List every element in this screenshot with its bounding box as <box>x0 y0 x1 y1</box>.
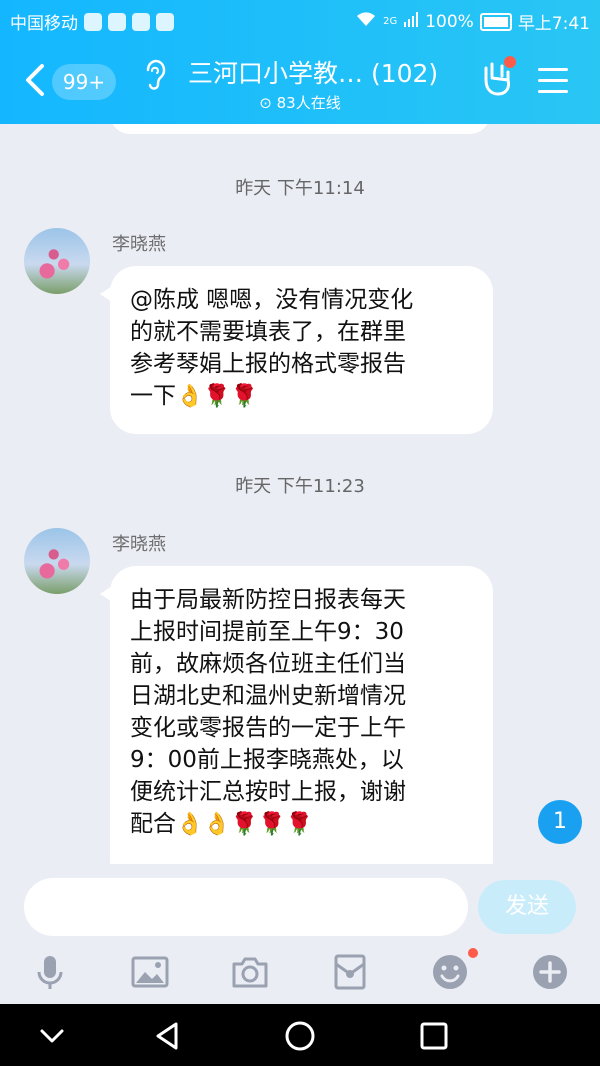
input-toolbar <box>0 944 600 1004</box>
message-line: 配合 <box>130 811 176 837</box>
menu-button[interactable] <box>538 68 568 101</box>
hide-keyboard-icon[interactable] <box>34 1018 70 1054</box>
nav-bar: 99+ 三河口小学教… (102) ⊙ 83人在线 <box>0 44 600 124</box>
message-timestamp: 昨天 下午11:23 <box>235 476 365 497</box>
avatar[interactable] <box>24 528 90 594</box>
signal-icon <box>403 11 419 32</box>
sender-name: 李晓燕 <box>112 534 166 555</box>
avatar[interactable] <box>24 228 90 294</box>
red-packet-icon[interactable] <box>330 952 370 992</box>
message-line: 一下 <box>130 383 176 409</box>
notification-dot <box>468 948 478 958</box>
baidu-icon <box>84 12 102 31</box>
message-line: 上报时间提前至上午9：30 <box>130 619 404 645</box>
unread-messages-badge[interactable]: 1 <box>538 800 582 844</box>
image-icon[interactable] <box>130 952 170 992</box>
back-nav-icon[interactable] <box>150 1018 186 1054</box>
rock-hand-icon[interactable] <box>480 56 516 96</box>
message-line: 参考琴娟上报的格式零报告 <box>130 351 406 377</box>
message-timestamp: 昨天 下午11:14 <box>235 178 365 199</box>
chat-title[interactable]: 三河口小学教… (102) <box>188 54 438 90</box>
carrier-label: 中国移动 <box>10 14 78 34</box>
recents-nav-icon[interactable] <box>416 1018 452 1054</box>
message-bubble[interactable]: 由于局最新防控日报表每天 上报时间提前至上午9：30 前，故麻烦各位班主任们当 … <box>100 566 493 864</box>
camera-icon[interactable] <box>230 952 270 992</box>
online-status-icon: ⊙ <box>259 94 272 112</box>
emoji-icon[interactable] <box>430 948 478 992</box>
shield-icon <box>156 12 174 31</box>
message-line: 前，故麻烦各位班主任们当 <box>130 651 406 677</box>
previous-message-bubble <box>110 124 490 134</box>
header: 中国移动 2G 100% 早上7:41 99+ 三河口小学教… (102) ⊙ … <box>0 0 600 124</box>
network-type: 2G <box>383 16 398 27</box>
battery-icon <box>479 12 512 31</box>
system-nav-bar <box>0 1004 600 1066</box>
message-line: 由于局最新防控日报表每天 <box>130 587 406 613</box>
message-bubble[interactable]: @陈成 嗯嗯，没有情况变化 的就不需要填表了，在群里 参考琴娟上报的格式零报告 … <box>100 266 493 434</box>
chat-area[interactable]: 昨天 下午11:14 李晓燕 @陈成 嗯嗯，没有情况变化 的就不需要填表了，在群… <box>0 124 600 864</box>
notification-dot <box>504 56 516 68</box>
plus-icon[interactable] <box>530 952 570 992</box>
message-line: 的就不需要填表了，在群里 <box>130 319 406 345</box>
wifi-icon <box>355 10 377 33</box>
sender-name: 李晓燕 <box>112 234 166 255</box>
battery-percent: 100% <box>425 11 474 32</box>
microphone-icon[interactable] <box>30 952 70 992</box>
clock: 早上7:41 <box>517 14 590 34</box>
message-line: 9：00前上报李晓燕处，以 <box>130 747 404 773</box>
message-line: 日湖北史和温州史新增情况 <box>130 683 406 709</box>
message-input[interactable] <box>24 878 468 936</box>
qq-icon <box>108 12 126 31</box>
wechat-icon <box>132 12 150 31</box>
emoji-sequence: 👌🌹🌹 <box>176 384 259 409</box>
status-bar: 中国移动 2G 100% 早上7:41 <box>0 0 600 40</box>
send-button[interactable]: 发送 <box>478 880 576 934</box>
message-line: 便统计汇总按时上报，谢谢 <box>130 779 406 805</box>
emoji-sequence: 👌👌🌹🌹🌹 <box>176 812 313 837</box>
home-nav-icon[interactable] <box>282 1018 318 1054</box>
message-line: @陈成 嗯嗯，没有情况变化 <box>130 287 414 313</box>
message-line: 变化或零报告的一定于上午 <box>130 715 406 741</box>
